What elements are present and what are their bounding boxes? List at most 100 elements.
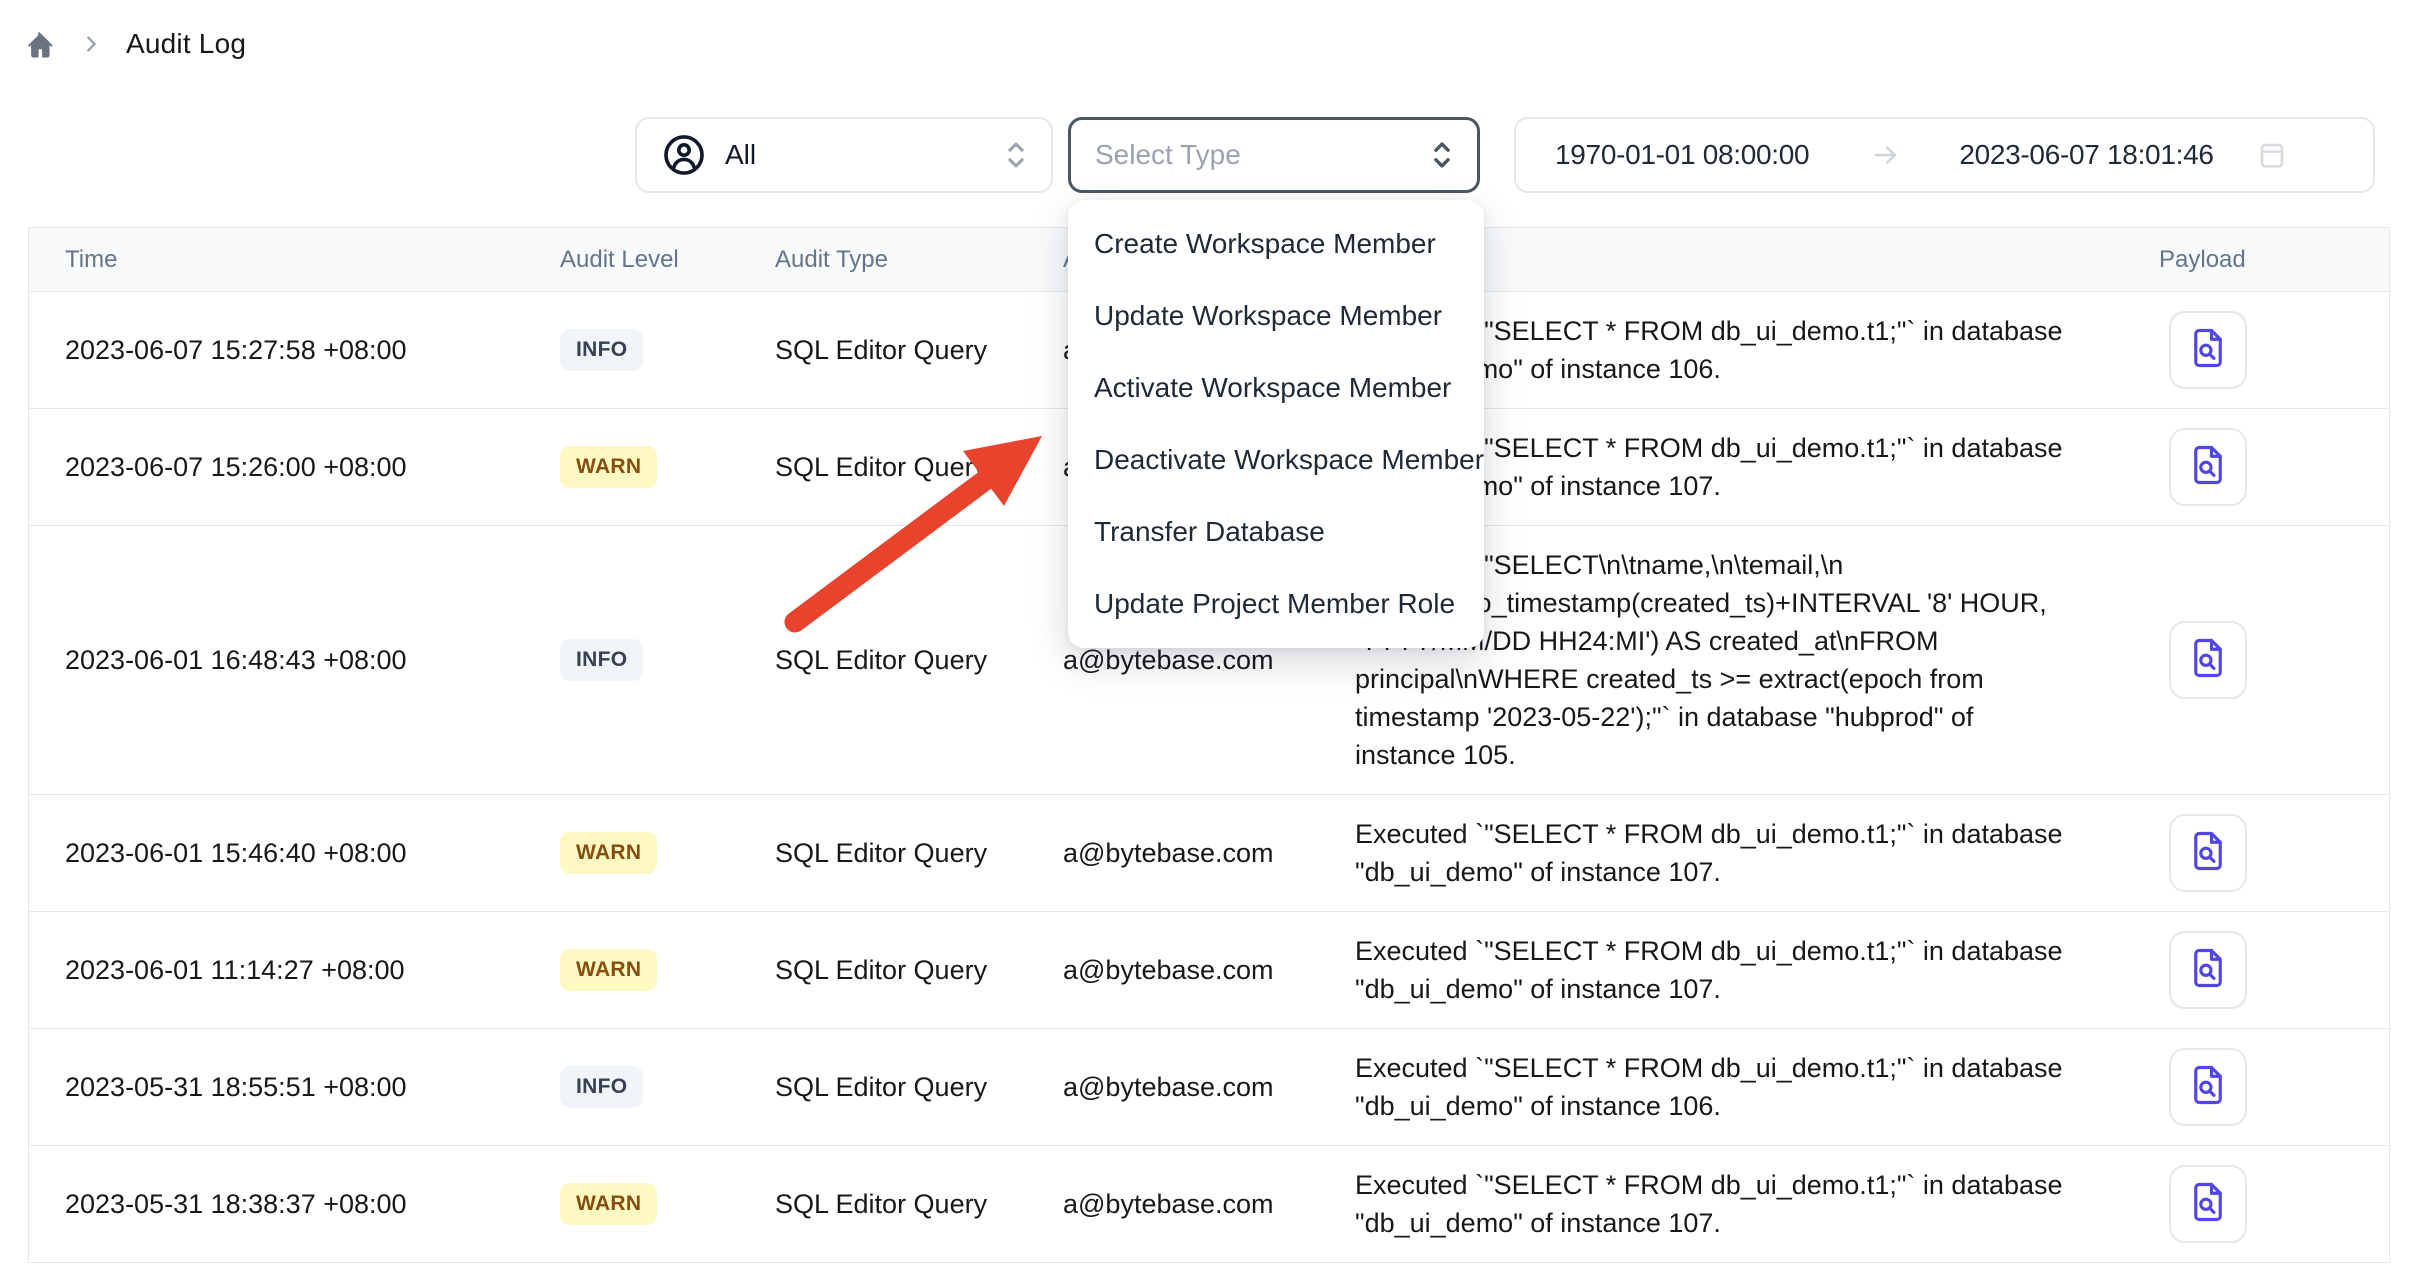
row-time: 2023-05-31 18:38:37 +08:00 xyxy=(29,1189,546,1220)
calendar-icon xyxy=(2256,139,2288,171)
home-icon[interactable] xyxy=(22,27,56,61)
row-audit-level: INFO xyxy=(546,639,761,681)
audit-type-menu-item[interactable]: Deactivate Workspace Member xyxy=(1068,424,1484,496)
comment-line: Executed `"SELECT * FROM db_ui_demo.t1;"… xyxy=(1355,1166,2141,1204)
audit-type-dropdown-menu: Create Workspace Member Update Workspace… xyxy=(1068,200,1484,648)
view-payload-button[interactable] xyxy=(2169,1048,2247,1126)
table-row: 2023-06-01 15:46:40 +08:00 WARN SQL Edit… xyxy=(29,795,2389,912)
audit-type-menu-item[interactable]: Activate Workspace Member xyxy=(1068,352,1484,424)
row-audit-level: WARN xyxy=(546,446,761,488)
column-header-time: Time xyxy=(29,246,546,274)
file-search-icon xyxy=(2187,637,2229,684)
row-audit-level: WARN xyxy=(546,949,761,991)
row-audit-level: INFO xyxy=(546,1066,761,1108)
comment-line: "db_ui_demo" of instance 107. xyxy=(1355,853,2141,891)
row-actor: a@bytebase.com xyxy=(1051,838,1341,869)
audit-level-badge: WARN xyxy=(560,949,657,991)
audit-level-badge: INFO xyxy=(560,1066,643,1108)
audit-type-placeholder: Select Type xyxy=(1095,139,1241,171)
row-payload xyxy=(2141,621,2377,699)
row-audit-type: SQL Editor Query xyxy=(761,452,1051,483)
chevron-up-down-icon xyxy=(1001,138,1031,172)
table-row: 2023-05-31 18:55:51 +08:00 INFO SQL Edit… xyxy=(29,1029,2389,1146)
column-header-audit-type: Audit Type xyxy=(761,246,1051,274)
table-row: 2023-05-31 18:38:37 +08:00 WARN SQL Edit… xyxy=(29,1146,2389,1263)
comment-line: principal\nWHERE created_ts >= extract(e… xyxy=(1355,660,2141,698)
view-payload-button[interactable] xyxy=(2169,428,2247,506)
file-search-icon xyxy=(2187,444,2229,491)
row-audit-level: WARN xyxy=(546,1183,761,1225)
row-actor: a@bytebase.com xyxy=(1051,1189,1341,1220)
view-payload-button[interactable] xyxy=(2169,1165,2247,1243)
row-audit-type: SQL Editor Query xyxy=(761,1072,1051,1103)
row-comment: Executed `"SELECT * FROM db_ui_demo.t1;"… xyxy=(1341,912,2141,1028)
row-audit-type: SQL Editor Query xyxy=(761,335,1051,366)
comment-line: timestamp '2023-05-22');"` in database "… xyxy=(1355,698,2141,736)
comment-line: "db_ui_demo" of instance 106. xyxy=(1355,1087,2141,1125)
row-payload xyxy=(2141,1165,2377,1243)
row-time: 2023-06-01 16:48:43 +08:00 xyxy=(29,645,546,676)
row-time: 2023-06-07 15:27:58 +08:00 xyxy=(29,335,546,366)
row-time: 2023-06-07 15:26:00 +08:00 xyxy=(29,452,546,483)
row-audit-level: WARN xyxy=(546,832,761,874)
row-audit-type: SQL Editor Query xyxy=(761,838,1051,869)
row-actor: a@bytebase.com xyxy=(1051,645,1341,676)
file-search-icon xyxy=(2187,830,2229,877)
file-search-icon xyxy=(2187,1064,2229,1111)
file-search-icon xyxy=(2187,1181,2229,1228)
audit-level-badge: WARN xyxy=(560,446,657,488)
date-range-start: 1970-01-01 08:00:00 xyxy=(1555,139,1809,171)
audit-type-select[interactable]: Select Type xyxy=(1068,117,1480,193)
row-comment: Executed `"SELECT * FROM db_ui_demo.t1;"… xyxy=(1341,1146,2141,1262)
row-actor: a@bytebase.com xyxy=(1051,1072,1341,1103)
row-time: 2023-05-31 18:55:51 +08:00 xyxy=(29,1072,546,1103)
date-range-end: 2023-06-07 18:01:46 xyxy=(1959,139,2213,171)
column-header-payload: Payload xyxy=(2141,246,2377,274)
view-payload-button[interactable] xyxy=(2169,311,2247,389)
table-row: 2023-06-01 11:14:27 +08:00 WARN SQL Edit… xyxy=(29,912,2389,1029)
audit-type-menu-item[interactable]: Create Workspace Member xyxy=(1068,208,1484,280)
row-audit-level: INFO xyxy=(546,329,761,371)
actor-filter-select[interactable]: All xyxy=(635,117,1053,193)
breadcrumb: Audit Log xyxy=(22,26,246,62)
row-audit-type: SQL Editor Query xyxy=(761,645,1051,676)
chevron-up-down-icon xyxy=(1427,138,1457,172)
row-payload xyxy=(2141,931,2377,1009)
audit-level-badge: INFO xyxy=(560,639,643,681)
comment-line: Executed `"SELECT * FROM db_ui_demo.t1;"… xyxy=(1355,932,2141,970)
row-comment: Executed `"SELECT * FROM db_ui_demo.t1;"… xyxy=(1341,1029,2141,1145)
file-search-icon xyxy=(2187,947,2229,994)
view-payload-button[interactable] xyxy=(2169,621,2247,699)
audit-level-badge: INFO xyxy=(560,329,643,371)
comment-line: "db_ui_demo" of instance 107. xyxy=(1355,1204,2141,1242)
comment-line: "db_ui_demo" of instance 107. xyxy=(1355,970,2141,1008)
row-payload xyxy=(2141,428,2377,506)
audit-type-menu-item[interactable]: Update Project Member Role xyxy=(1068,568,1484,640)
user-circle-icon xyxy=(661,132,707,178)
right-arrow-icon xyxy=(1871,140,1901,170)
audit-type-menu-item[interactable]: Update Workspace Member xyxy=(1068,280,1484,352)
row-audit-type: SQL Editor Query xyxy=(761,1189,1051,1220)
row-time: 2023-06-01 15:46:40 +08:00 xyxy=(29,838,546,869)
comment-line: Executed `"SELECT * FROM db_ui_demo.t1;"… xyxy=(1355,1049,2141,1087)
row-comment: Executed `"SELECT * FROM db_ui_demo.t1;"… xyxy=(1341,795,2141,911)
date-range-picker[interactable]: 1970-01-01 08:00:00 2023-06-07 18:01:46 xyxy=(1514,117,2375,193)
row-actor: a@bytebase.com xyxy=(1051,955,1341,986)
breadcrumb-chevron-icon xyxy=(80,33,102,55)
row-payload xyxy=(2141,311,2377,389)
file-search-icon xyxy=(2187,327,2229,374)
row-time: 2023-06-01 11:14:27 +08:00 xyxy=(29,955,546,986)
view-payload-button[interactable] xyxy=(2169,814,2247,892)
comment-line: Executed `"SELECT * FROM db_ui_demo.t1;"… xyxy=(1355,815,2141,853)
audit-type-menu-item[interactable]: Transfer Database xyxy=(1068,496,1484,568)
column-header-audit-level: Audit Level xyxy=(546,246,761,274)
page-title: Audit Log xyxy=(126,28,246,60)
audit-level-badge: WARN xyxy=(560,1183,657,1225)
view-payload-button[interactable] xyxy=(2169,931,2247,1009)
comment-line: instance 105. xyxy=(1355,736,2141,774)
actor-filter-value: All xyxy=(725,139,756,171)
row-audit-type: SQL Editor Query xyxy=(761,955,1051,986)
audit-level-badge: WARN xyxy=(560,832,657,874)
row-payload xyxy=(2141,1048,2377,1126)
row-payload xyxy=(2141,814,2377,892)
